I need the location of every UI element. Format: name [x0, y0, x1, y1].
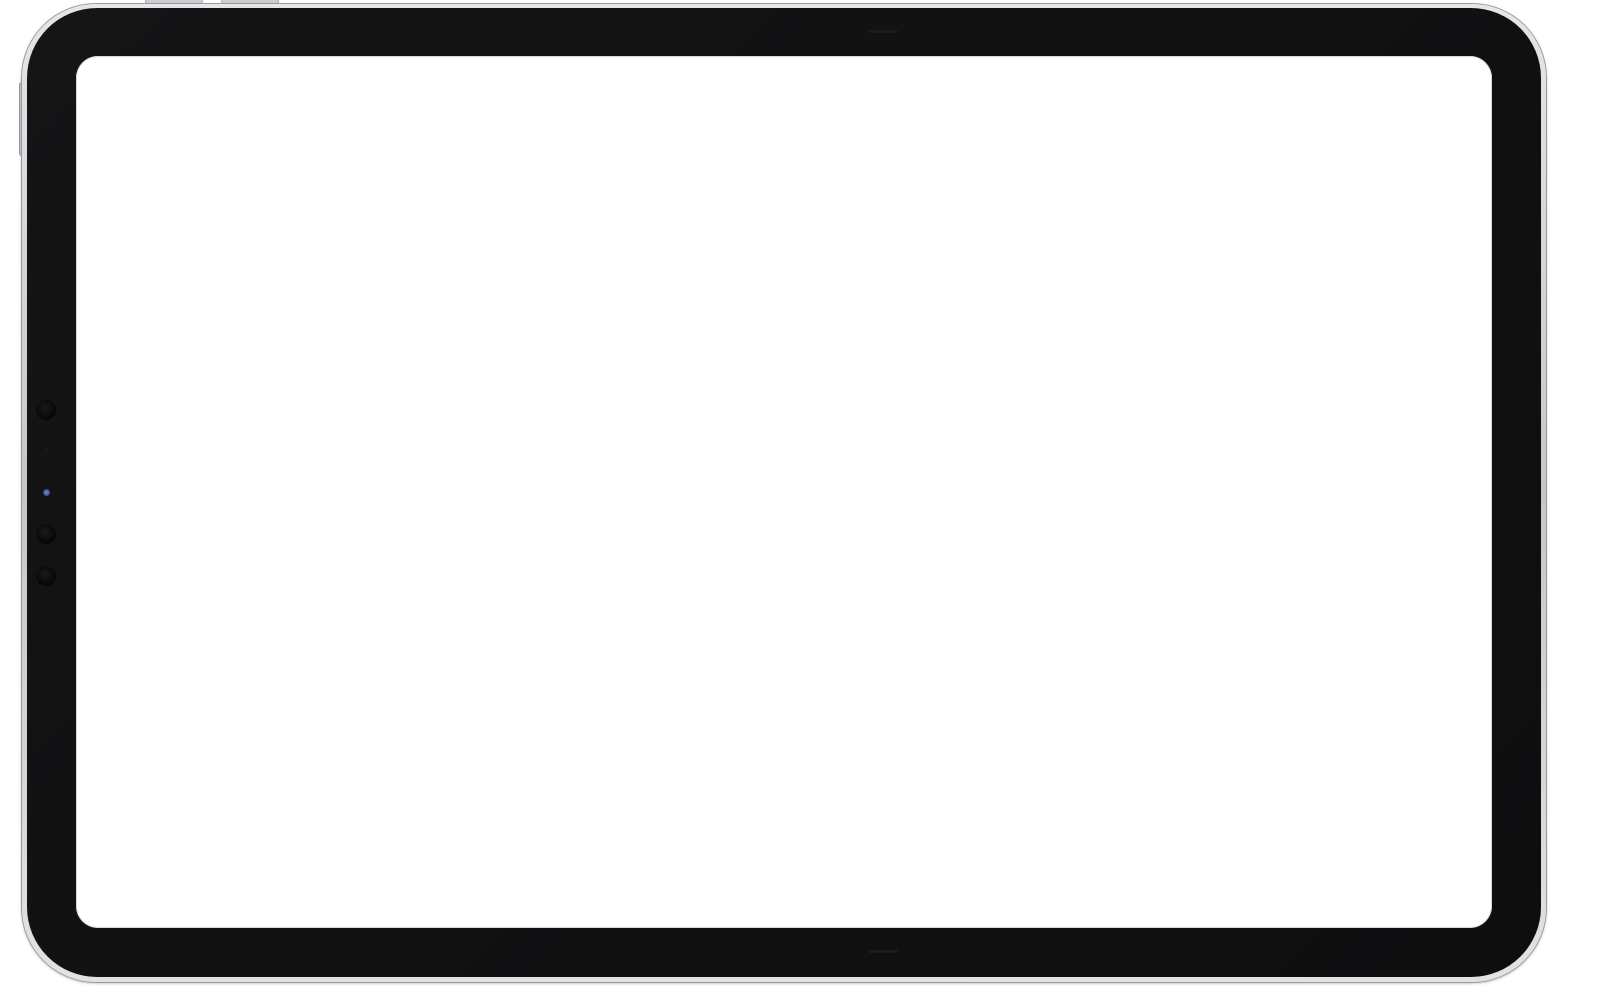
sensor-icon: [36, 400, 56, 420]
front-camera-icon: [43, 489, 50, 496]
speaker-grille: [868, 950, 898, 953]
sensor-icon: [36, 566, 56, 586]
screen[interactable]: [76, 56, 1492, 928]
ambient-light-sensor-icon: [45, 449, 48, 452]
device-mockup: [0, 0, 1600, 1003]
speaker-grille: [868, 30, 898, 33]
sensor-icon: [36, 524, 56, 544]
